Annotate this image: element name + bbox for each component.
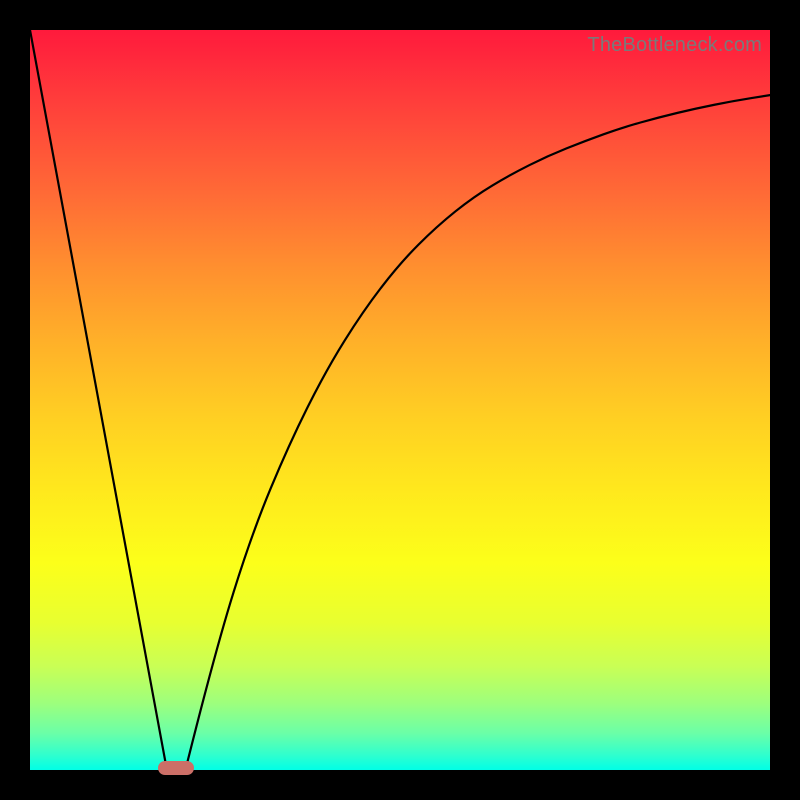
chart-frame: TheBottleneck.com — [0, 0, 800, 800]
optimum-marker — [158, 761, 194, 775]
bottleneck-curve — [30, 30, 770, 770]
curve-right-branch — [185, 95, 770, 770]
plot-area: TheBottleneck.com — [30, 30, 770, 770]
curve-left-branch — [30, 30, 167, 770]
